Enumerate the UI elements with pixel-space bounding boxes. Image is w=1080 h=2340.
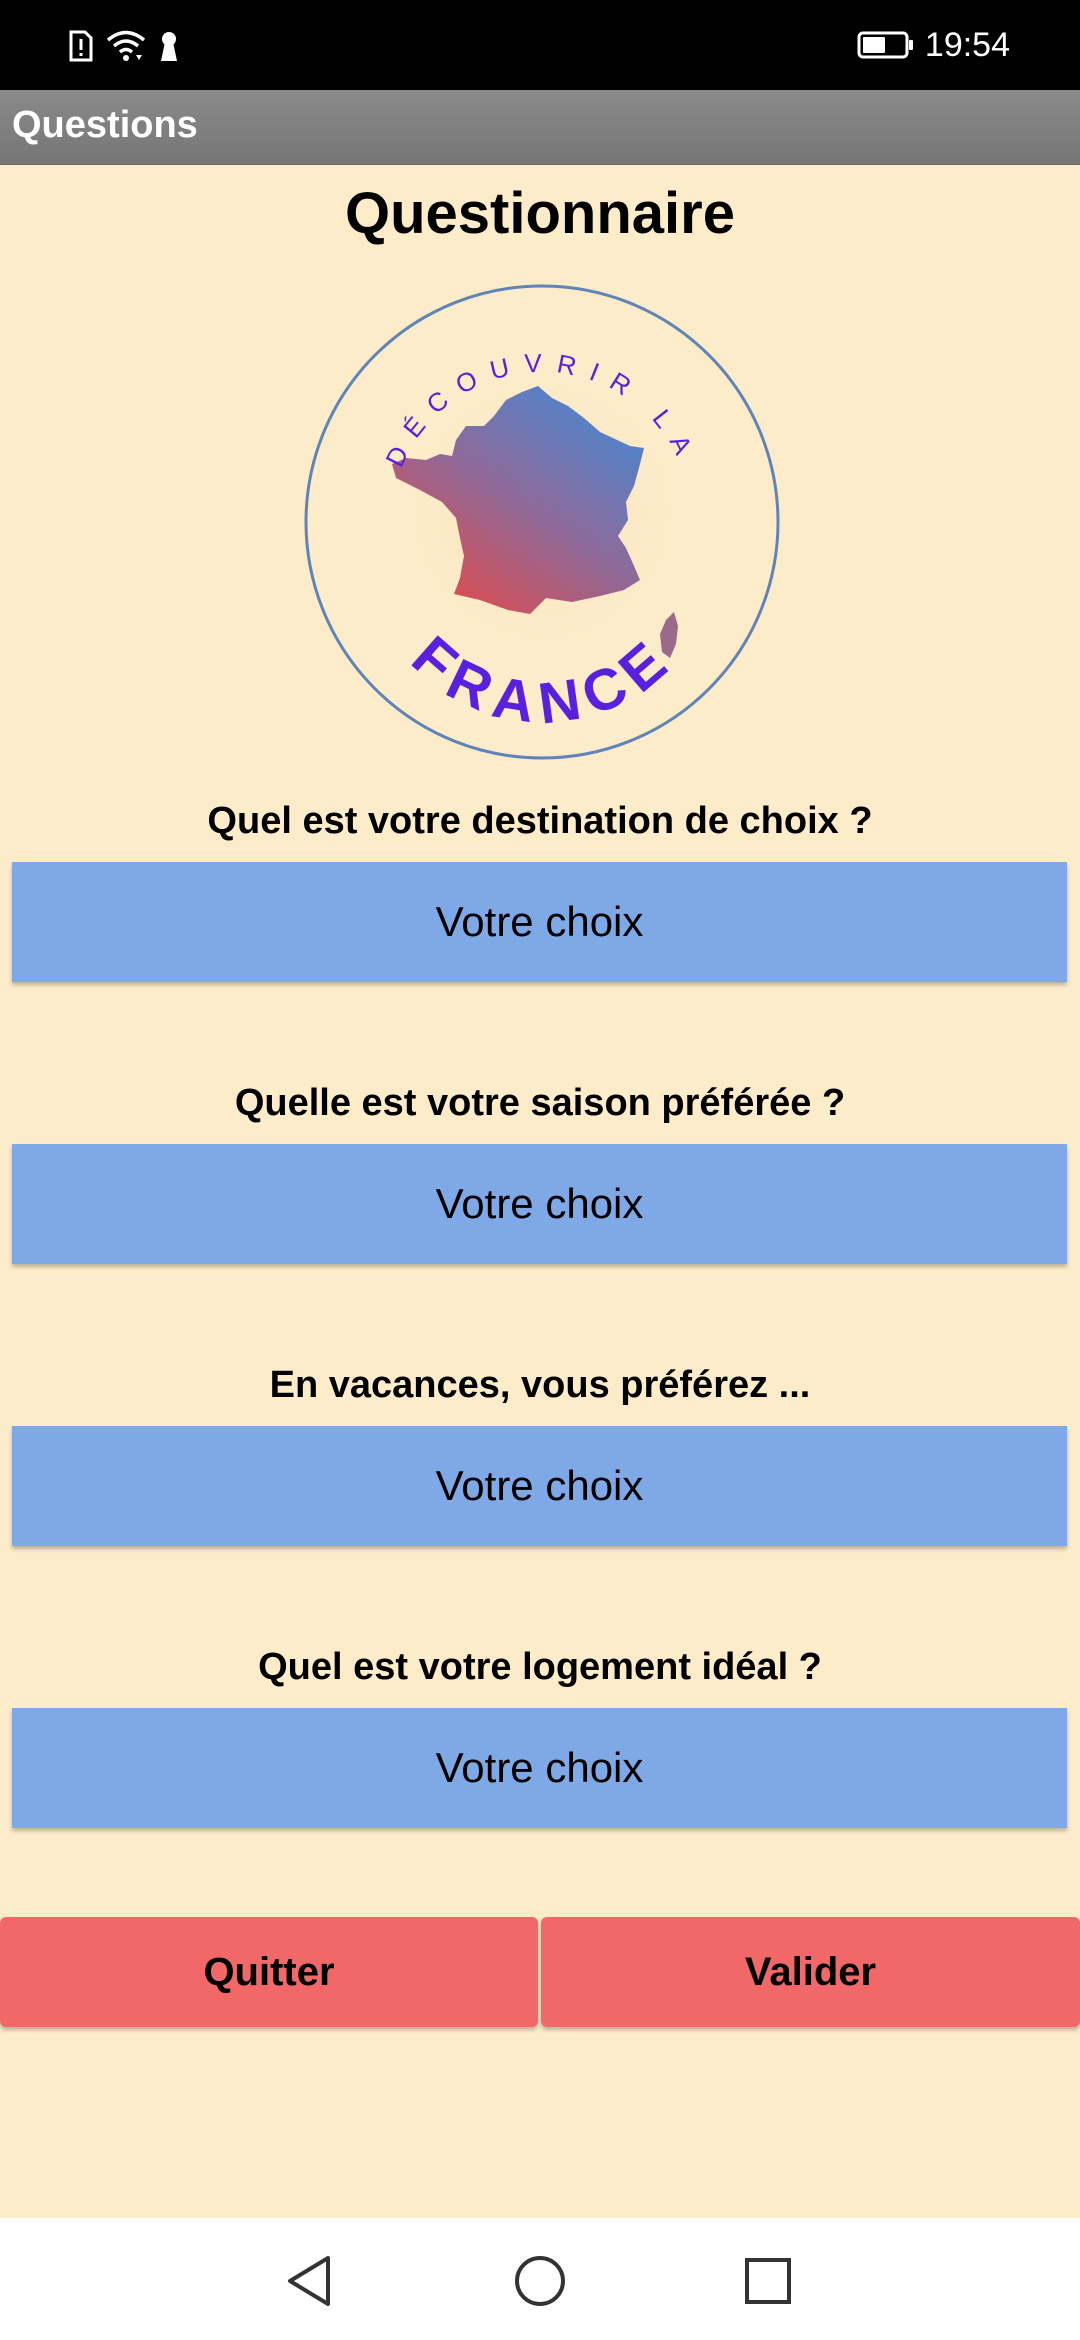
quit-button[interactable]: Quitter: [0, 1917, 538, 2027]
status-icons-right: 19:54: [857, 22, 1010, 68]
vacation-choice-button[interactable]: Votre choix: [12, 1426, 1067, 1546]
decouvrir-la-france-logo: DÉCOUVRIR LA FRANCE: [304, 284, 780, 760]
wifi-icon: [106, 30, 146, 61]
lodging-choice-button[interactable]: Votre choix: [12, 1708, 1067, 1828]
back-icon[interactable]: [284, 2254, 334, 2308]
sim-alert-icon: [69, 30, 93, 62]
app-bar-title: Questions: [12, 104, 198, 146]
season-choice-button[interactable]: Votre choix: [12, 1144, 1067, 1264]
recents-icon[interactable]: [743, 2256, 793, 2306]
home-icon[interactable]: [513, 2254, 567, 2308]
navigation-bar: [0, 2218, 1080, 2340]
keyhole-icon: [161, 32, 177, 61]
battery-icon: [857, 31, 913, 59]
status-time: 19:54: [924, 25, 1010, 64]
question-destination-label: Quel est votre destination de choix ?: [207, 800, 873, 842]
page-title: Questionnaire: [345, 181, 735, 246]
destination-choice-button[interactable]: Votre choix: [12, 862, 1067, 982]
validate-button[interactable]: Valider: [541, 1917, 1080, 2027]
screen: 19:54 Questions Questionnaire DÉCOUVRIR …: [0, 0, 1080, 2340]
question-lodging-label: Quel est votre logement idéal ?: [258, 1646, 822, 1688]
app-bar: Questions: [0, 90, 1080, 165]
status-bar: 19:54: [0, 0, 1080, 90]
status-icons-left: [68, 26, 180, 66]
question-vacation-label: En vacances, vous préférez ...: [269, 1364, 811, 1406]
question-season-label: Quelle est votre saison préférée ?: [234, 1082, 846, 1124]
